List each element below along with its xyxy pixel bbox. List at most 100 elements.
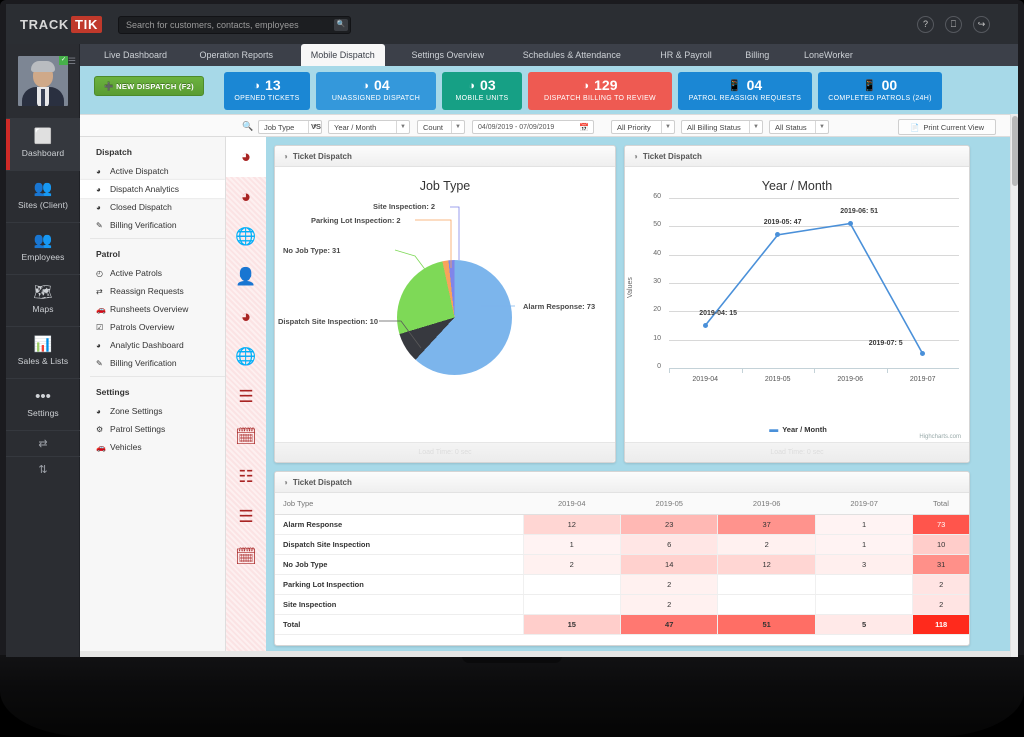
column-header[interactable]: 2019-06 (718, 493, 815, 515)
subnav-item-billing-verification[interactable]: ✎Billing Verification (80, 216, 225, 234)
tab-schedules-attendance[interactable]: Schedules & Attendance (513, 44, 631, 66)
kpi-dispatch-billing-to-review[interactable]: ◑129DISPATCH BILLING TO REVIEW (528, 72, 672, 110)
calendar-grid-icon[interactable]: ☷ (226, 457, 266, 497)
subnav-item-label: Runsheets Overview (110, 304, 188, 314)
tab-operation-reports[interactable]: Operation Reports (190, 44, 284, 66)
kpi-mobile-units[interactable]: ◑03MOBILE UNITS (442, 72, 522, 110)
table-row[interactable]: Dispatch Site Inspection162110 (275, 535, 969, 555)
calendar-icon[interactable]: 🗓 (226, 537, 266, 577)
collapse-toggle-icon[interactable]: ⇄ (6, 430, 80, 456)
dimension2-select[interactable]: Year / Month ▼ (328, 120, 410, 134)
table-cell: 1 (815, 515, 912, 535)
globe-icon[interactable]: 🌐 (226, 337, 266, 377)
subnav-item-patrols-overview[interactable]: ☑Patrols Overview (80, 318, 225, 336)
tab-live-dashboard[interactable]: Live Dashboard (94, 44, 177, 66)
column-header[interactable]: Total (913, 493, 969, 515)
line-panel-footer: Load Time: 0 sec (625, 442, 969, 462)
subnav-item-label: Active Dispatch (110, 166, 169, 176)
horizontal-scrollbar[interactable] (80, 651, 1010, 657)
table-row[interactable]: No Job Type21412331 (275, 555, 969, 575)
globe-icon[interactable]: 🌐 (226, 217, 266, 257)
scrollbar-thumb[interactable] (1012, 116, 1018, 186)
calendar-icon[interactable]: 🗓 (226, 417, 266, 457)
billing-status-select[interactable]: All Billing Status ▼ (681, 120, 763, 134)
table-row[interactable]: Site Inspection22 (275, 595, 969, 615)
subnav-item-patrol-settings[interactable]: ⚙Patrol Settings (80, 420, 225, 438)
tab-hr-payroll[interactable]: HR & Payroll (650, 44, 722, 66)
logout-icon[interactable]: ↪ (973, 16, 990, 33)
sidebar-item-sales-lists[interactable]: 📊Sales & Lists (6, 326, 80, 378)
kpi-unassigned-dispatch[interactable]: ◑04UNASSIGNED DISPATCH (316, 72, 436, 110)
kpi-completed-patrols-24h[interactable]: 📱00COMPLETED PATROLS (24H) (818, 72, 942, 110)
column-header[interactable]: Job Type (275, 493, 523, 515)
search-input[interactable] (126, 17, 331, 33)
subnav-item-active-dispatch[interactable]: ◕Active Dispatch (80, 162, 225, 180)
list-icon[interactable]: ☰ (226, 497, 266, 537)
data-point-label: 2019-05: 47 (764, 219, 802, 226)
tab-settings-overview[interactable]: Settings Overview (402, 44, 495, 66)
sidebar-item-dashboard[interactable]: ⬜Dashboard (6, 118, 80, 170)
pie-icon: ◑ (468, 80, 475, 92)
subnav-item-billing-verification[interactable]: ✎Billing Verification (80, 354, 225, 372)
subnav-item-analytic-dashboard[interactable]: ◕Analytic Dashboard (80, 336, 225, 354)
pencil-icon: ✎ (96, 355, 110, 373)
car-icon: 🚗 (96, 439, 110, 457)
table-cell: 31 (913, 555, 969, 575)
priority-select[interactable]: All Priority ▼ (611, 120, 675, 134)
sort-toggle-icon[interactable]: ⇅ (6, 456, 80, 482)
subnav-item-reassign-requests[interactable]: ⇄Reassign Requests (80, 282, 225, 300)
table-row[interactable]: Parking Lot Inspection22 (275, 575, 969, 595)
pie-chart-icon[interactable]: ◕ (226, 137, 266, 177)
pie-icon: ◑ (582, 80, 589, 92)
pie-chart-icon[interactable]: ◕ (226, 297, 266, 337)
subnav-item-active-patrols[interactable]: ◴Active Patrols (80, 264, 225, 282)
kpi-opened-tickets[interactable]: ◑13OPENED TICKETS (224, 72, 310, 110)
app-logo[interactable]: TRACKTIK (20, 17, 102, 32)
monitor-icon[interactable]: ⎕ (945, 16, 962, 33)
search-icon[interactable]: 🔍 (242, 121, 253, 132)
table-cell: 2 (913, 595, 969, 615)
sidebar-item-settings[interactable]: •••Settings (6, 378, 80, 430)
menu-grip-icon[interactable]: ☰ (68, 56, 76, 67)
pie-chart-icon[interactable]: ◕ (226, 177, 266, 217)
column-header[interactable]: 2019-05 (620, 493, 717, 515)
column-header[interactable]: 2019-07 (815, 493, 912, 515)
highcharts-credit[interactable]: Highcharts.com (919, 434, 961, 440)
help-icon[interactable]: ? (917, 16, 934, 33)
tab-loneworker[interactable]: LoneWorker (794, 44, 863, 66)
calendar-icon[interactable]: 📅 (579, 121, 589, 134)
avatar[interactable]: ✓ (18, 56, 68, 106)
table-row[interactable]: Alarm Response122337173 (275, 515, 969, 535)
sidebar-item-employees[interactable]: 👥Employees (6, 222, 80, 274)
chart-legend[interactable]: ▬Year / Month (625, 424, 971, 434)
table-cell: 14 (620, 555, 717, 575)
data-point[interactable] (848, 221, 853, 226)
plus-icon: ➕ (104, 82, 114, 91)
table-panel-header: ◑Ticket Dispatch (275, 472, 969, 493)
subnav-item-dispatch-analytics[interactable]: ◕Dispatch Analytics (80, 180, 225, 198)
tab-mobile-dispatch[interactable]: Mobile Dispatch (301, 44, 385, 66)
sidebar-item-sites-client[interactable]: 👥Sites (Client) (6, 170, 80, 222)
sidebar-item-label: Employees (6, 252, 80, 262)
data-point-label: 2019-07: 5 (869, 340, 903, 347)
data-point[interactable] (703, 323, 708, 328)
subnav-item-vehicles[interactable]: 🚗Vehicles (80, 438, 225, 456)
subnav-item-closed-dispatch[interactable]: ◕Closed Dispatch (80, 198, 225, 216)
subnav-item-runsheets-overview[interactable]: 🚗Runsheets Overview (80, 300, 225, 318)
new-dispatch-button[interactable]: ➕ NEW DISPATCH (F2) (94, 76, 204, 96)
date-range-input[interactable]: 04/09/2019 - 07/09/2019 📅 (472, 120, 594, 134)
sidebar-item-maps[interactable]: 🗺Maps (6, 274, 80, 326)
print-current-view-button[interactable]: 📄Print Current View (898, 119, 996, 135)
filter-bar: 🔍 Job Type ▼ VS Year / Month ▼ Count ▼ 0… (80, 114, 1018, 137)
tab-billing[interactable]: Billing (735, 44, 779, 66)
aggregate-select[interactable]: Count ▼ (417, 120, 465, 134)
status-select[interactable]: All Status ▼ (769, 120, 829, 134)
list-icon[interactable]: ☰ (226, 377, 266, 417)
vertical-scrollbar[interactable] (1010, 114, 1018, 657)
kpi-patrol-reassign-requests[interactable]: 📱04PATROL REASSIGN REQUESTS (678, 72, 812, 110)
search-icon[interactable]: 🔍 (334, 19, 348, 31)
subnav-item-zone-settings[interactable]: ◕Zone Settings (80, 402, 225, 420)
column-header[interactable]: 2019-04 (523, 493, 620, 515)
table-cell: 6 (620, 535, 717, 555)
person-icon[interactable]: 👤 (226, 257, 266, 297)
